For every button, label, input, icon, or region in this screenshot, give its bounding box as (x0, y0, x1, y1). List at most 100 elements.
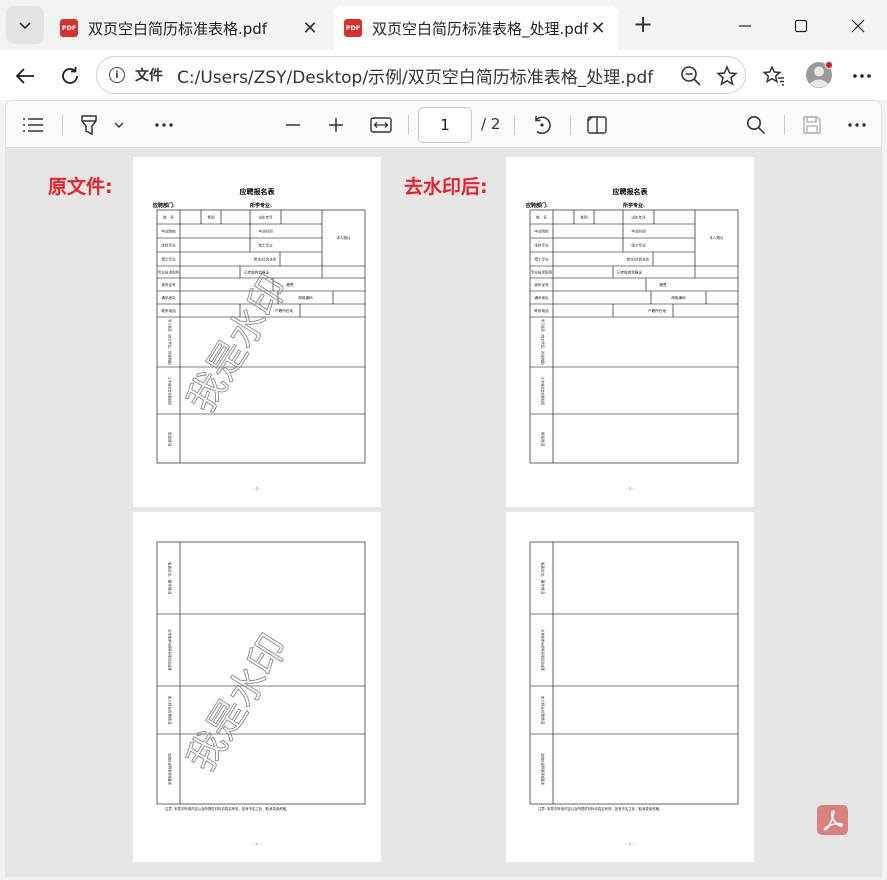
field-grad-time: 毕业时间 (631, 229, 646, 234)
refresh-icon (62, 67, 78, 84)
maximize-icon (794, 19, 808, 33)
page-footer: - 1 - (627, 487, 635, 491)
watermark-text: 我是水印 (178, 627, 296, 779)
rotate-icon (535, 116, 551, 134)
watermark-page-2: 我是水印 (178, 626, 297, 779)
more-tools-button[interactable] (151, 113, 177, 137)
tab-strip: PDF 双页空白简历标准表格.pdf ✕ PDF 双页空白简历标准表格_处理.p… (0, 0, 887, 50)
field-strengths: 本人特长优势情况 (541, 696, 546, 725)
field-title-rank: 专业技术职务 (531, 270, 553, 275)
profile-button[interactable] (804, 60, 834, 90)
tab-title: 双页空白简历标准表格_处理.pdf (372, 19, 588, 38)
field-certificate: 已考取的资格证 (617, 270, 643, 275)
arrow-left-icon (15, 68, 34, 84)
scheme-label: 文件 (135, 68, 163, 84)
pdf-toolbar: 1 / 2 (5, 100, 882, 148)
fit-width-button[interactable] (368, 113, 394, 137)
field-phd: 博士专业 (534, 257, 549, 262)
page-view-button[interactable] (584, 113, 610, 137)
field-hukou: 户籍所在地 (648, 308, 666, 313)
info-icon[interactable]: i (109, 67, 125, 83)
page-note: 注意: 本表中所填内容以及所提供材料均真实有效，如有不实之处，取消录用资格。 (538, 806, 662, 811)
rotate-button[interactable] (529, 113, 555, 137)
field-gender: 性别 (580, 215, 588, 220)
list-icon (23, 118, 43, 132)
close-tab-icon[interactable]: ✕ (300, 18, 320, 39)
highlight-options-button[interactable] (110, 113, 128, 137)
field-birth: 出生年月 (631, 215, 645, 220)
tab-original-pdf[interactable]: PDF 双页空白简历标准表格.pdf ✕ (50, 6, 330, 50)
find-button[interactable] (743, 113, 769, 137)
back-button[interactable] (11, 62, 39, 90)
field-name: 姓 名 (536, 215, 547, 220)
more-horizontal-icon (853, 74, 871, 78)
field-photo: 本人照片 (709, 235, 724, 240)
field-awards: 奖惩情况 (541, 432, 546, 447)
plus-icon (329, 118, 343, 132)
more-horizontal-icon (848, 123, 866, 127)
two-page-view-icon (587, 116, 607, 134)
address-bar-row: i 文件 C:/Users/ZSY/Desktop/示例/双页空白简历标准表格_… (0, 50, 887, 100)
field-projects: 主持或参与的科研项目及成果 (541, 629, 546, 671)
save-icon (803, 116, 821, 134)
pdf-more-button[interactable] (844, 113, 870, 137)
field-education-history: 学习经历（自大学起，时间倒叙） (541, 319, 546, 367)
new-tab-button[interactable]: + (630, 12, 656, 38)
close-tab-icon[interactable]: ✕ (588, 18, 608, 39)
chevron-down-icon (114, 122, 124, 128)
avatar-icon (806, 60, 834, 88)
label-original: 原文件: (48, 176, 113, 198)
acrobat-button[interactable] (817, 805, 848, 835)
favorites-button[interactable] (760, 62, 788, 90)
minus-icon (286, 124, 300, 126)
search-icon (747, 116, 766, 135)
address-bar[interactable]: i 文件 C:/Users/ZSY/Desktop/示例/双页空白简历标准表格_… (96, 56, 746, 94)
save-button[interactable] (799, 113, 825, 137)
acrobat-icon (823, 810, 843, 831)
maximize-button[interactable] (786, 12, 816, 40)
watermark-text: 我是水印 (178, 268, 296, 420)
field-address: 通讯地址 (534, 295, 549, 300)
tab-title: 双页空白简历标准表格.pdf (88, 19, 268, 38)
field-bachelor: 本科专业 (534, 243, 549, 248)
field-papers: 发表论文、著作情况 (541, 562, 546, 595)
field-master: 硕士专业 (631, 243, 646, 248)
minimize-button[interactable] (730, 12, 760, 40)
field-origin: 籍贯 (659, 282, 667, 287)
field-id-number: 身份证号 (534, 282, 549, 287)
url-text[interactable]: C:/Users/ZSY/Desktop/示例/双页空白简历标准表格_处理.pd… (177, 63, 653, 88)
tab-processed-pdf[interactable]: PDF 双页空白简历标准表格_处理.pdf ✕ (334, 6, 618, 50)
close-icon (851, 19, 865, 33)
pdf-file-icon: PDF (344, 19, 362, 37)
more-horizontal-icon (155, 123, 173, 127)
field-work-history: 工作或社会实践经历 (541, 377, 546, 406)
processed-page-2[interactable]: 发表论文、著作情况 主持或参与的科研项目及成果 本人特长优势情况 其他应说明事项… (506, 512, 754, 862)
highlighter-icon (81, 115, 97, 136)
watermark-page-1: 我是水印 (178, 267, 297, 420)
contents-button[interactable] (20, 113, 46, 137)
field-postcode: 邮政编码 (671, 295, 686, 300)
zoom-in-button[interactable] (324, 113, 348, 137)
close-window-button[interactable] (843, 12, 873, 40)
highlight-button[interactable] (76, 113, 102, 137)
field-others: 其他应说明事项或要求 (541, 753, 546, 786)
dept-label: 应聘部门: (526, 202, 548, 209)
page-number-input[interactable]: 1 (418, 107, 472, 143)
settings-menu-button[interactable] (848, 62, 876, 90)
zoom-out-button[interactable] (281, 113, 305, 137)
label-processed: 去水印后: (404, 176, 488, 198)
field-school: 毕业院校 (534, 229, 549, 234)
minimize-icon (739, 25, 751, 27)
page-count: / 2 (481, 115, 501, 133)
processed-page-1[interactable]: 应聘报名表 应聘部门: 所学专业: 姓 名 性别 出生年月 本人照片 毕业院校 … (506, 157, 754, 507)
pdf-file-icon: PDF (60, 19, 78, 37)
tab-actions-button[interactable] (6, 6, 44, 44)
refresh-button[interactable] (56, 62, 84, 90)
favorite-star-icon[interactable] (715, 64, 739, 88)
major-label: 所学专业: (623, 202, 645, 209)
zoom-icon[interactable] (679, 64, 703, 88)
chevron-down-icon (19, 22, 31, 30)
form-title: 应聘报名表 (613, 187, 649, 196)
fit-width-icon (370, 117, 392, 133)
favorites-icon (762, 65, 784, 86)
